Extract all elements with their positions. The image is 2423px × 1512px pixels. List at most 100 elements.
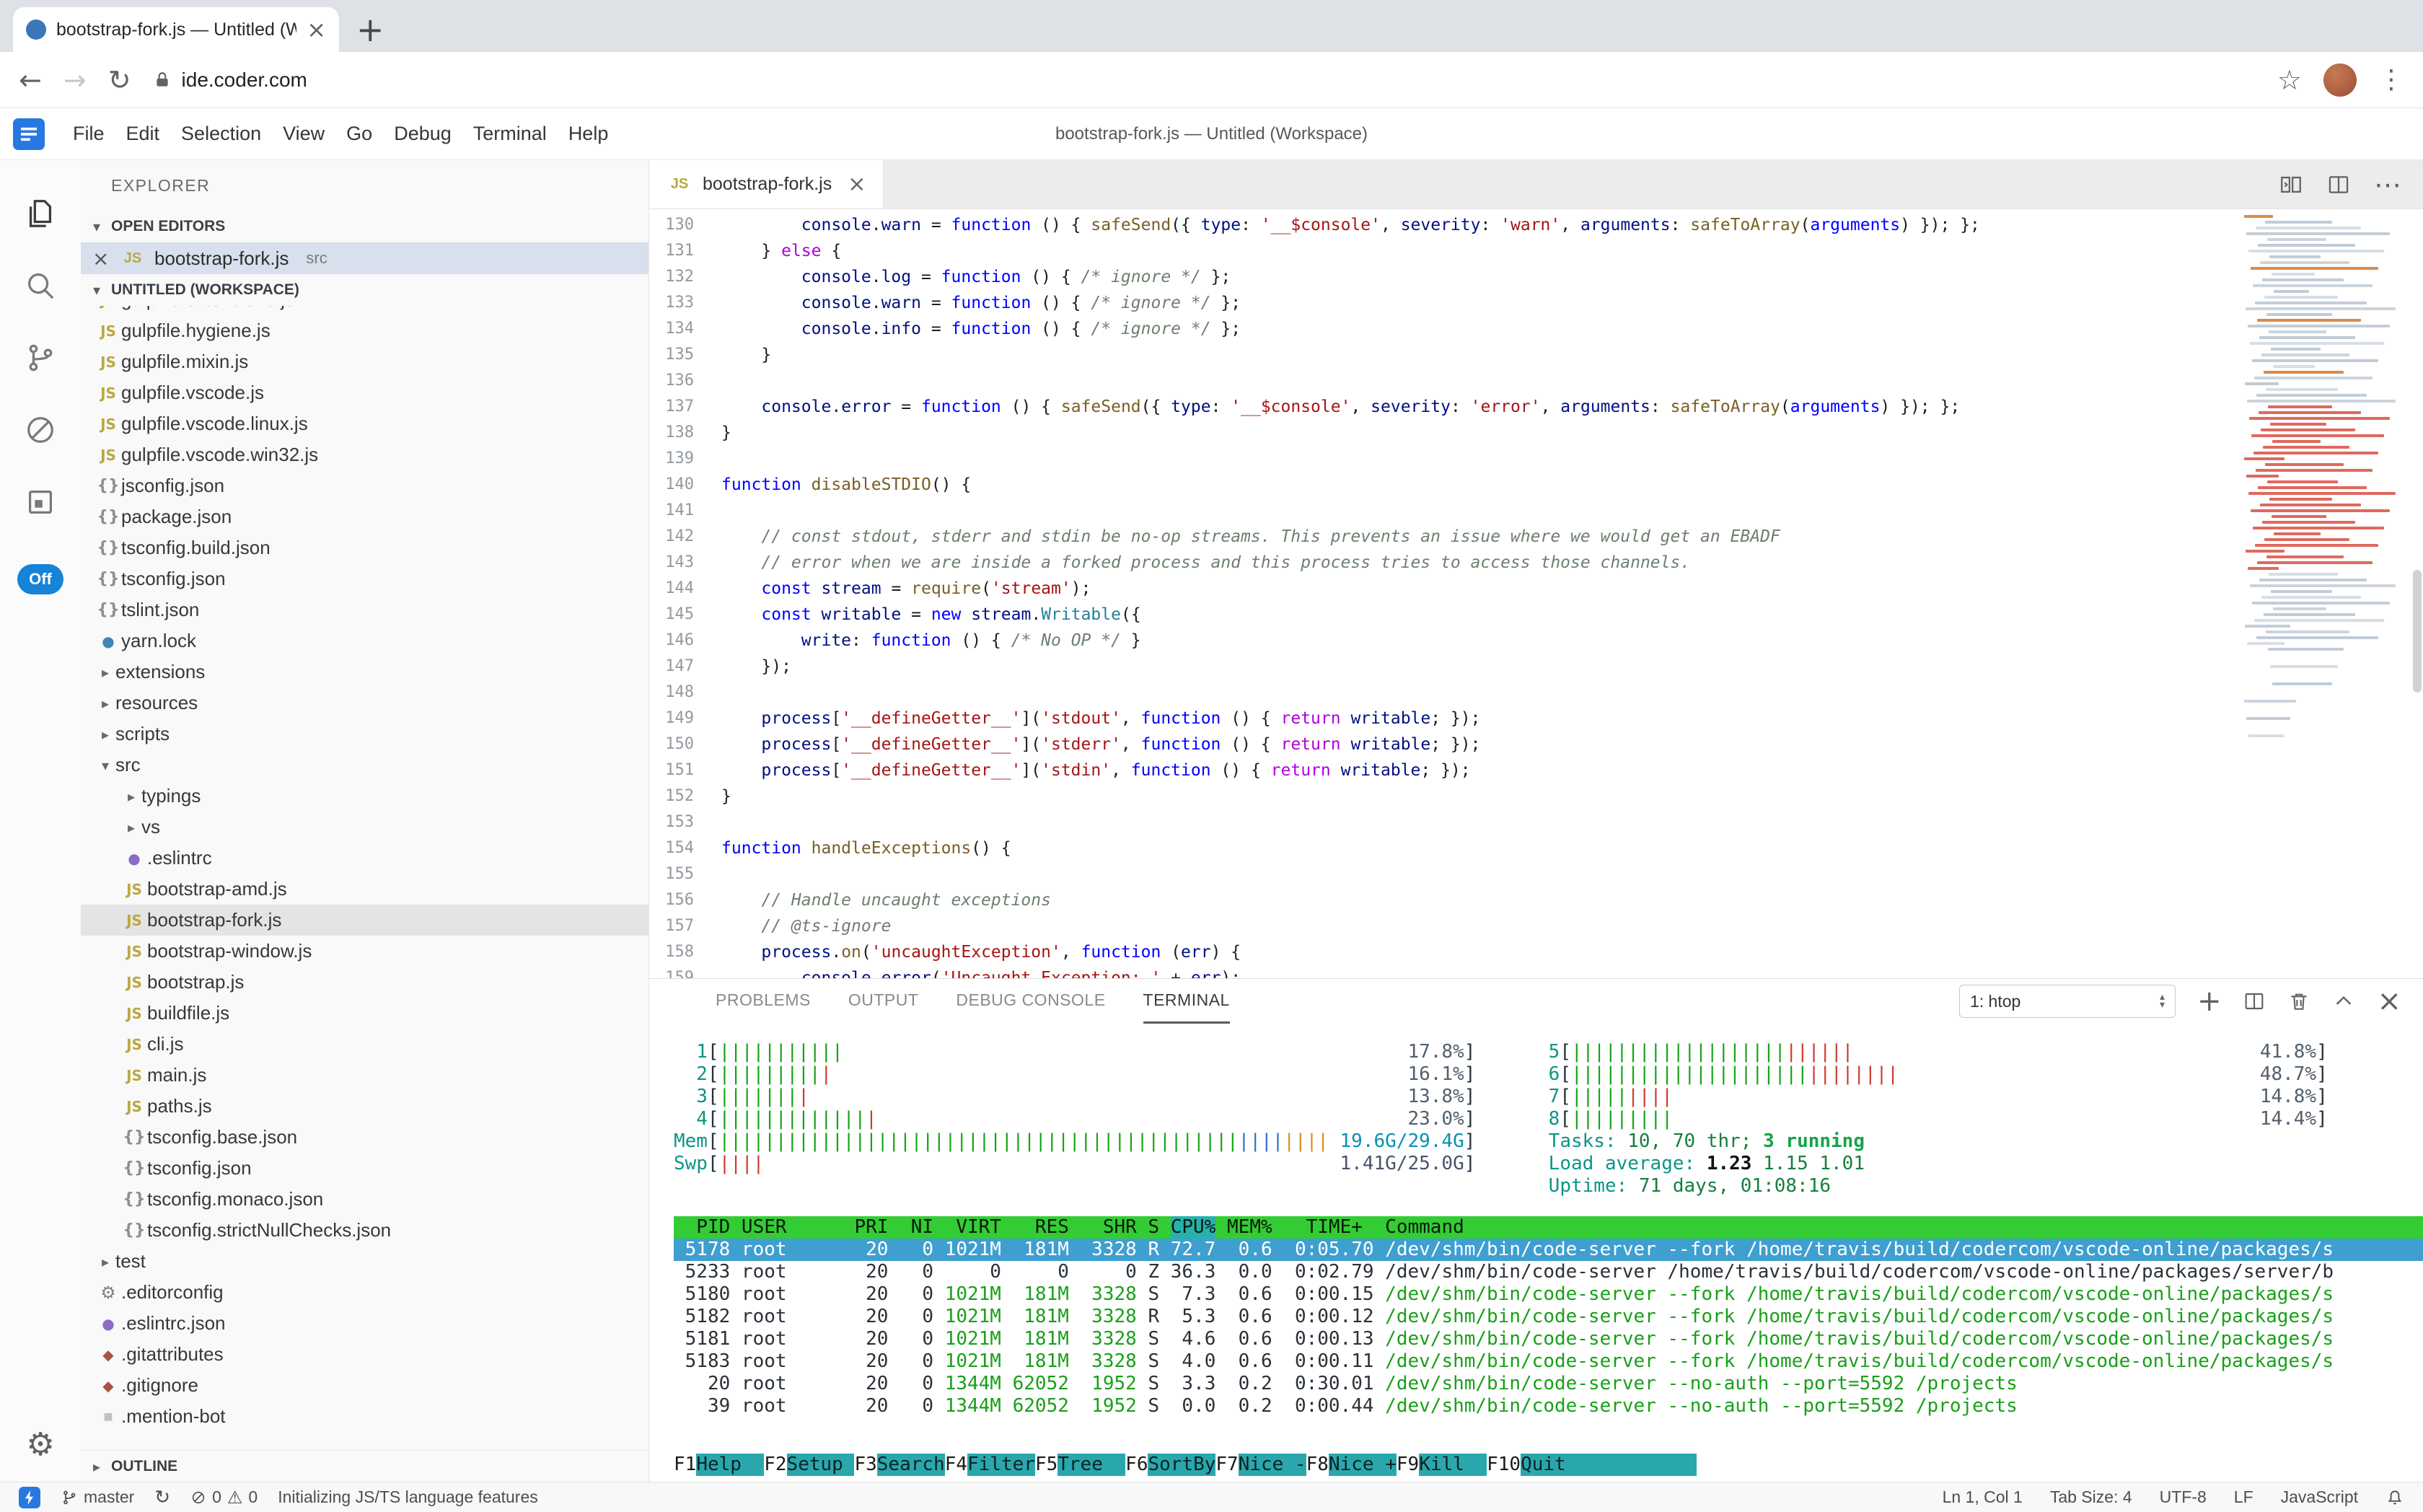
tree-item-tsconfig.build.json[interactable]: {}tsconfig.build.json: [81, 532, 648, 563]
browser-menu-icon[interactable]: ⋮: [2378, 65, 2404, 94]
menu-item-edit[interactable]: Edit: [115, 123, 171, 145]
tree-item-scripts[interactable]: ▸scripts: [81, 718, 648, 750]
tree-item-tsconfig.base.json[interactable]: {}tsconfig.base.json: [81, 1122, 648, 1153]
split-terminal-icon[interactable]: [2243, 990, 2266, 1013]
source-control-icon[interactable]: [0, 322, 81, 394]
bookmark-star-icon[interactable]: ☆: [2277, 64, 2302, 96]
panel-tab-debug-console[interactable]: DEBUG CONSOLE: [956, 979, 1105, 1024]
tree-item-bootstrap-window.js[interactable]: JSbootstrap-window.js: [81, 936, 648, 967]
sync-icon[interactable]: ↻: [154, 1487, 170, 1508]
menu-item-go[interactable]: Go: [335, 123, 383, 145]
tree-item-gulpfile.vscode.js[interactable]: JSgulpfile.vscode.js: [81, 377, 648, 408]
problems-status[interactable]: 0 ⚠ 0: [190, 1487, 258, 1508]
tab-size[interactable]: Tab Size: 4: [2050, 1487, 2132, 1507]
url-text[interactable]: ide.coder.com: [182, 69, 307, 92]
cursor-position[interactable]: Ln 1, Col 1: [1943, 1487, 2023, 1507]
tab-close-icon[interactable]: ×: [307, 16, 326, 43]
htop-fkey-F2-label[interactable]: Setup: [787, 1454, 855, 1476]
open-editor-item[interactable]: × JS bootstrap-fork.js src: [81, 242, 648, 274]
reload-icon[interactable]: ↻: [108, 66, 131, 94]
tree-item-bootstrap-amd.js[interactable]: JSbootstrap-amd.js: [81, 874, 648, 905]
panel-tab-output[interactable]: OUTPUT: [848, 979, 919, 1024]
tree-item-.gitattributes[interactable]: ◆.gitattributes: [81, 1339, 648, 1370]
tree-item-gulpfile.vscode.win32.js[interactable]: JSgulpfile.vscode.win32.js: [81, 439, 648, 470]
editor-tab[interactable]: JS bootstrap-fork.js ×: [649, 160, 884, 208]
open-changes-icon[interactable]: [2279, 172, 2303, 197]
htop-fkey-F10[interactable]: F10: [1487, 1454, 1521, 1476]
htop-fkey-F8-label[interactable]: Nice +: [1329, 1454, 1397, 1476]
tree-item-tsconfig.json[interactable]: {}tsconfig.json: [81, 563, 648, 594]
explorer-icon[interactable]: [0, 177, 81, 250]
htop-fkey-F5[interactable]: F5: [1035, 1454, 1057, 1476]
telemetry-off-badge[interactable]: Off: [17, 564, 63, 594]
htop-fkey-F10-label[interactable]: Quit: [1521, 1454, 1588, 1476]
eol[interactable]: LF: [2234, 1487, 2253, 1507]
language-mode[interactable]: JavaScript: [2281, 1487, 2358, 1507]
tree-item-tsconfig.monaco.json[interactable]: {}tsconfig.monaco.json: [81, 1184, 648, 1215]
tree-item-extensions[interactable]: ▸extensions: [81, 656, 648, 687]
tree-item-jsconfig.json[interactable]: {}jsconfig.json: [81, 470, 648, 501]
tree-item-typings[interactable]: ▸typings: [81, 781, 648, 812]
browser-tab[interactable]: bootstrap-fork.js — Untitled (W ×: [13, 7, 339, 52]
remote-indicator[interactable]: [19, 1487, 40, 1508]
htop-fkey-F1-label[interactable]: Help: [696, 1454, 764, 1476]
htop-fkey-F1[interactable]: F1: [674, 1454, 696, 1476]
new-terminal-icon[interactable]: +: [2197, 987, 2222, 1016]
kill-terminal-icon[interactable]: [2287, 990, 2310, 1013]
panel-tab-problems[interactable]: PROBLEMS: [716, 979, 811, 1024]
tree-item-bootstrap-fork.js[interactable]: JSbootstrap-fork.js: [81, 905, 648, 936]
new-tab-button[interactable]: +: [356, 13, 384, 46]
tree-item-tsconfig.strictNullChecks.json[interactable]: {}tsconfig.strictNullChecks.json: [81, 1215, 648, 1246]
address-bar[interactable]: ide.coder.com: [153, 69, 2256, 92]
forward-icon[interactable]: →: [63, 66, 87, 94]
menu-item-debug[interactable]: Debug: [383, 123, 462, 145]
menu-item-selection[interactable]: Selection: [170, 123, 272, 145]
tree-item-yarn.lock[interactable]: ●yarn.lock: [81, 625, 648, 656]
htop-fkey-F9-label[interactable]: Kill: [1419, 1454, 1487, 1476]
tree-item-src[interactable]: ▾src: [81, 750, 648, 781]
open-editors-header[interactable]: ▾ OPEN EDITORS: [81, 211, 648, 242]
htop-fkey-F7-label[interactable]: Nice -: [1239, 1454, 1306, 1476]
terminal-select[interactable]: 1: htop ▴▾: [1959, 985, 2176, 1018]
tree-item-main.js[interactable]: JSmain.js: [81, 1060, 648, 1091]
tree-item-.eslintrc[interactable]: ●.eslintrc: [81, 843, 648, 874]
code-editor[interactable]: 130 console.warn = function () { safeSen…: [649, 209, 2423, 978]
debug-icon[interactable]: [0, 394, 81, 466]
tab-close-icon[interactable]: ×: [848, 172, 866, 197]
search-icon[interactable]: [0, 250, 81, 322]
htop-fkey-F6[interactable]: F6: [1125, 1454, 1148, 1476]
htop-fkey-F4-label[interactable]: Filter: [967, 1454, 1035, 1476]
workspace-header[interactable]: ▾ UNTITLED (WORKSPACE): [81, 274, 648, 306]
settings-gear-icon[interactable]: ⚙: [26, 1426, 54, 1463]
close-panel-icon[interactable]: ×: [2377, 987, 2401, 1016]
editor-scrollbar[interactable]: [2413, 570, 2422, 693]
tree-item-.editorconfig[interactable]: ⚙.editorconfig: [81, 1277, 648, 1308]
tree-item-.mention-bot[interactable]: ■.mention-bot: [81, 1401, 648, 1432]
htop-fkey-F7[interactable]: F7: [1215, 1454, 1238, 1476]
menu-item-view[interactable]: View: [272, 123, 335, 145]
panel-tab-terminal[interactable]: TERMINAL: [1143, 979, 1230, 1024]
maximize-panel-icon[interactable]: [2332, 990, 2355, 1013]
htop-fkey-F4[interactable]: F4: [945, 1454, 967, 1476]
outline-header[interactable]: ▸ OUTLINE: [81, 1450, 648, 1482]
tree-item-gulpfile.mixin.js[interactable]: JSgulpfile.mixin.js: [81, 346, 648, 377]
back-icon[interactable]: ←: [19, 66, 42, 94]
git-branch-status[interactable]: master: [61, 1487, 134, 1507]
htop-fkey-F8[interactable]: F8: [1306, 1454, 1329, 1476]
notifications-bell-icon[interactable]: [2385, 1488, 2404, 1507]
htop-fkey-F3[interactable]: F3: [854, 1454, 876, 1476]
htop-fkey-F5-label[interactable]: Tree: [1057, 1454, 1125, 1476]
close-icon[interactable]: ×: [92, 247, 111, 271]
split-editor-icon[interactable]: [2326, 172, 2351, 197]
tree-item-.eslintrc.json[interactable]: ●.eslintrc.json: [81, 1308, 648, 1339]
menu-item-file[interactable]: File: [62, 123, 115, 145]
tree-item-cli.js[interactable]: JScli.js: [81, 1029, 648, 1060]
tree-item-bootstrap.js[interactable]: JSbootstrap.js: [81, 967, 648, 998]
tree-item-test[interactable]: ▸test: [81, 1246, 648, 1277]
htop-fkey-F3-label[interactable]: Search: [877, 1454, 945, 1476]
tree-item-package.json[interactable]: {}package.json: [81, 501, 648, 532]
encoding[interactable]: UTF-8: [2160, 1487, 2207, 1507]
terminal[interactable]: 1[|||||||||||17.8%]2[||||||||||16.1%]3[|…: [649, 1024, 2423, 1482]
htop-fkey-F9[interactable]: F9: [1397, 1454, 1419, 1476]
profile-avatar[interactable]: [2323, 63, 2357, 97]
